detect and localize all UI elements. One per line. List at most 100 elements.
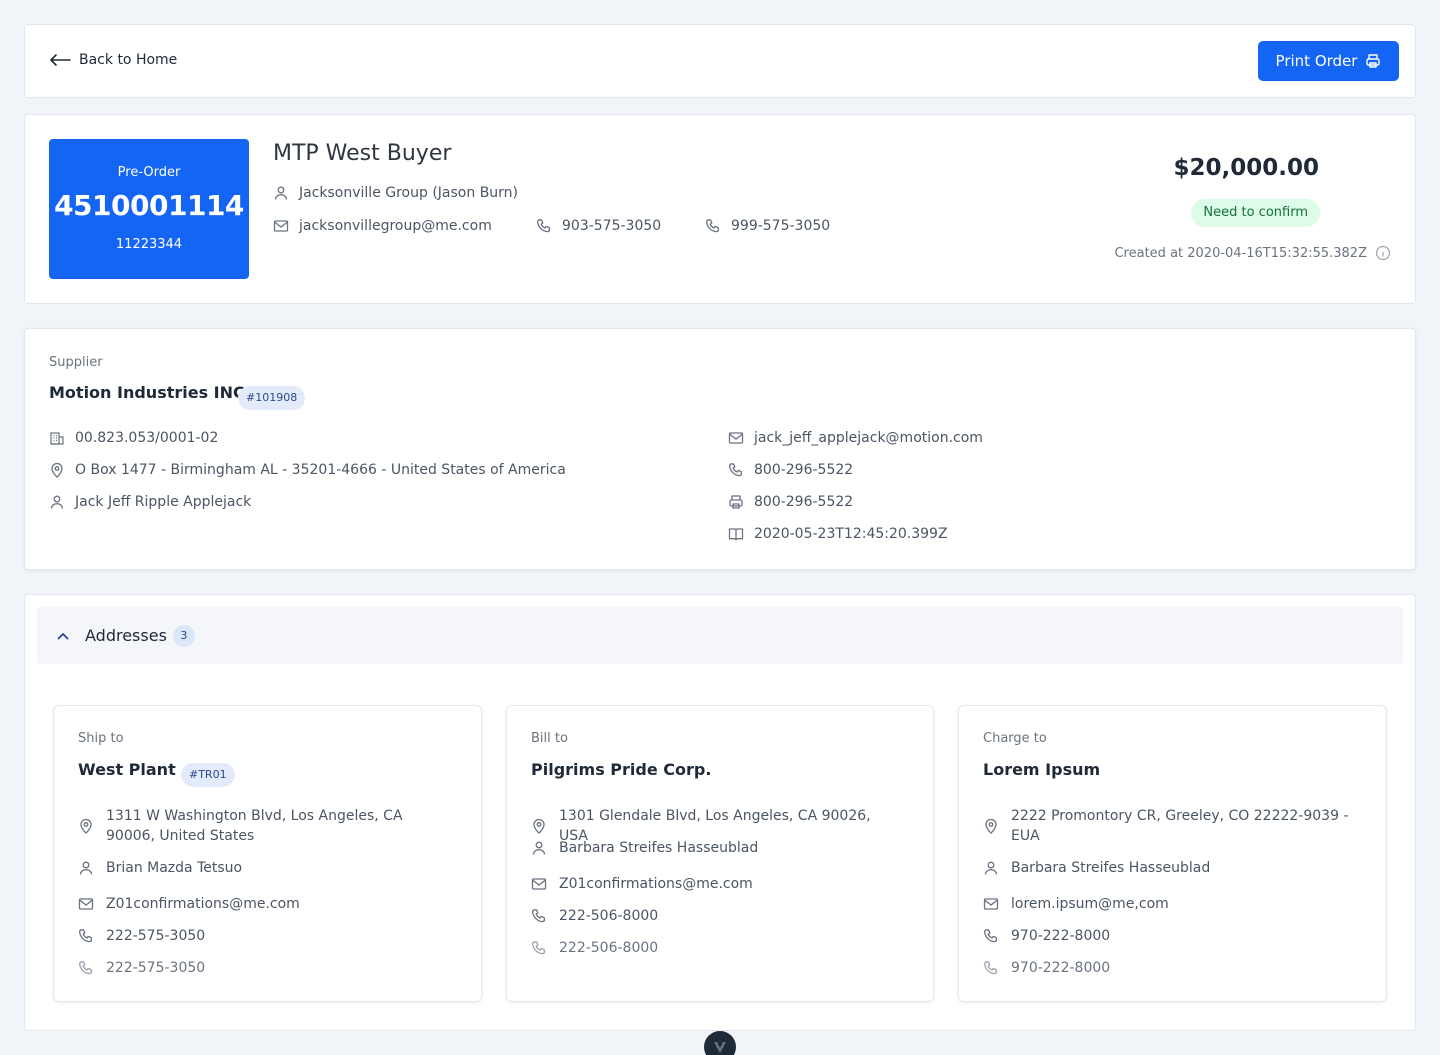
vue-devtools-icon[interactable]: [704, 1031, 736, 1055]
info-icon[interactable]: [1375, 245, 1391, 261]
mail-icon: [273, 218, 289, 234]
addresses-accordion-header[interactable]: Addresses 3: [37, 607, 1403, 664]
supplier-fax-text: 800-296-5522: [754, 494, 854, 510]
order-type-label: Pre-Order: [117, 165, 181, 180]
user-icon: [78, 860, 94, 876]
charge-to-email: lorem.ipsum@me,com: [983, 894, 1351, 914]
buyer-phone-1: 903-575-3050: [536, 218, 661, 234]
bill-to-name: Pilgrims Pride Corp.: [531, 760, 712, 779]
supplier-tag: #101908: [238, 386, 306, 410]
bill-to-label: Bill to: [531, 731, 568, 746]
supplier-address-text: O Box 1477 - Birmingham AL - 35201-4666 …: [75, 462, 566, 478]
map-pin-icon: [78, 818, 94, 834]
supplier-contact-text: Jack Jeff Ripple Applejack: [75, 494, 252, 510]
buyer-phone-2: 999-575-3050: [705, 218, 830, 234]
charge-to-phone-alt-text: 970-222-8000: [1011, 960, 1111, 976]
arrow-left-icon: [49, 52, 71, 68]
charge-to-contact: Barbara Streifes Hasseublad: [983, 858, 1351, 878]
order-total: $20,000.00: [1173, 155, 1319, 181]
charge-to-email-text: lorem.ipsum@me,com: [1011, 896, 1169, 912]
addresses-count-badge: 3: [172, 624, 195, 647]
ship-to-label: Ship to: [78, 731, 124, 746]
phone-icon: [705, 218, 721, 234]
bill-to-phone-alt: 222-506-8000: [531, 938, 899, 958]
back-to-home-link[interactable]: Back to Home: [49, 52, 177, 68]
bill-to-phone-text: 222-506-8000: [559, 908, 659, 924]
charge-to-address-text: 2222 Promontory CR, Greeley, CO 22222-90…: [1011, 808, 1349, 844]
charge-to-contact-text: Barbara Streifes Hasseublad: [1011, 860, 1211, 876]
user-icon: [531, 840, 547, 856]
charge-to-label: Charge to: [983, 731, 1047, 746]
map-pin-icon: [49, 462, 65, 478]
print-order-button[interactable]: Print Order: [1258, 41, 1399, 81]
bill-to-email-text: Z01confirmations@me.com: [559, 876, 753, 892]
buyer-name: MTP West Buyer: [273, 141, 452, 166]
map-pin-icon: [983, 818, 999, 834]
supplier-phone: 800-296-5522: [728, 462, 853, 478]
ship-to-address: 1311 W Washington Blvd, Los Angeles, CA …: [78, 806, 446, 846]
supplier-phone-text: 800-296-5522: [754, 462, 854, 478]
order-sub-number: 11223344: [115, 237, 183, 252]
bill-to-card: Bill to Pilgrims Pride Corp. 1301 Glenda…: [506, 705, 934, 1002]
supplier-date-text: 2020-05-23T12:45:20.399Z: [754, 526, 948, 542]
supplier-fax: 800-296-5522: [728, 494, 853, 510]
ship-to-contact: Brian Mazda Tetsuo: [78, 858, 446, 878]
supplier-section-label: Supplier: [49, 355, 103, 370]
phone-icon: [531, 940, 547, 956]
map-pin-icon: [531, 818, 547, 834]
buyer-contact-text: Jacksonville Group (Jason Burn): [299, 185, 519, 201]
phone-icon: [983, 928, 999, 944]
building-icon: [49, 430, 65, 446]
user-icon: [983, 860, 999, 876]
phone-icon: [728, 462, 744, 478]
order-summary-card: Pre-Order 4510001114 11223344 MTP West B…: [24, 114, 1416, 304]
ship-to-email: Z01confirmations@me.com: [78, 894, 446, 914]
order-number: 4510001114: [54, 189, 244, 222]
phone-icon: [78, 928, 94, 944]
ship-to-phone-alt-text: 222-575-3050: [106, 960, 206, 976]
ship-to-name: West Plant: [78, 760, 176, 779]
ship-to-card: Ship to West Plant #TR01 1311 W Washingt…: [53, 705, 482, 1002]
phone-icon: [536, 218, 552, 234]
bill-to-email: Z01confirmations@me.com: [531, 874, 899, 894]
bill-to-contact-text: Barbara Streifes Hasseublad: [559, 840, 759, 856]
mail-icon: [983, 896, 999, 912]
supplier-tax-id-text: 00.823.053/0001-02: [75, 430, 219, 446]
buyer-phone-2-text: 999-575-3050: [731, 218, 831, 234]
addresses-title: Addresses: [85, 626, 167, 645]
supplier-email: jack_jeff_applejack@motion.com: [728, 430, 983, 446]
chevron-up-icon: [55, 628, 71, 644]
charge-to-name: Lorem Ipsum: [983, 760, 1101, 779]
supplier-address: O Box 1477 - Birmingham AL - 35201-4666 …: [49, 462, 566, 478]
user-icon: [49, 494, 65, 510]
charge-to-phone-text: 970-222-8000: [1011, 928, 1111, 944]
phone-icon: [531, 908, 547, 924]
ship-to-address-text: 1311 W Washington Blvd, Los Angeles, CA …: [106, 808, 403, 844]
charge-to-address: 2222 Promontory CR, Greeley, CO 22222-90…: [983, 806, 1351, 846]
supplier-contact: Jack Jeff Ripple Applejack: [49, 494, 251, 510]
top-bar: Back to Home Print Order: [24, 24, 1416, 98]
status-badge: Need to confirm: [1191, 199, 1320, 227]
mail-icon: [728, 430, 744, 446]
ship-to-contact-text: Brian Mazda Tetsuo: [106, 860, 243, 876]
supplier-name: Motion Industries INC: [49, 383, 245, 402]
mail-icon: [78, 896, 94, 912]
user-icon: [273, 185, 289, 201]
buyer-email: jacksonvillegroup@me.com: [273, 218, 492, 234]
bill-to-phone: 222-506-8000: [531, 906, 899, 926]
charge-to-card: Charge to Lorem Ipsum 2222 Promontory CR…: [958, 705, 1387, 1002]
book-icon: [728, 526, 744, 542]
order-number-badge: Pre-Order 4510001114 11223344: [49, 139, 249, 279]
back-to-home-label: Back to Home: [79, 52, 178, 68]
supplier-email-text: jack_jeff_applejack@motion.com: [754, 430, 983, 446]
created-at-text: Created at 2020-04-16T15:32:55.382Z: [1114, 245, 1367, 261]
buyer-contact: Jacksonville Group (Jason Burn): [273, 185, 518, 201]
phone-icon: [983, 960, 999, 976]
ship-to-email-text: Z01confirmations@me.com: [106, 896, 300, 912]
charge-to-phone: 970-222-8000: [983, 926, 1351, 946]
ship-to-tag: #TR01: [181, 763, 235, 787]
ship-to-phone-alt: 222-575-3050: [78, 958, 446, 978]
supplier-tax-id: 00.823.053/0001-02: [49, 430, 218, 446]
printer-icon: [728, 494, 744, 510]
phone-icon: [78, 960, 94, 976]
